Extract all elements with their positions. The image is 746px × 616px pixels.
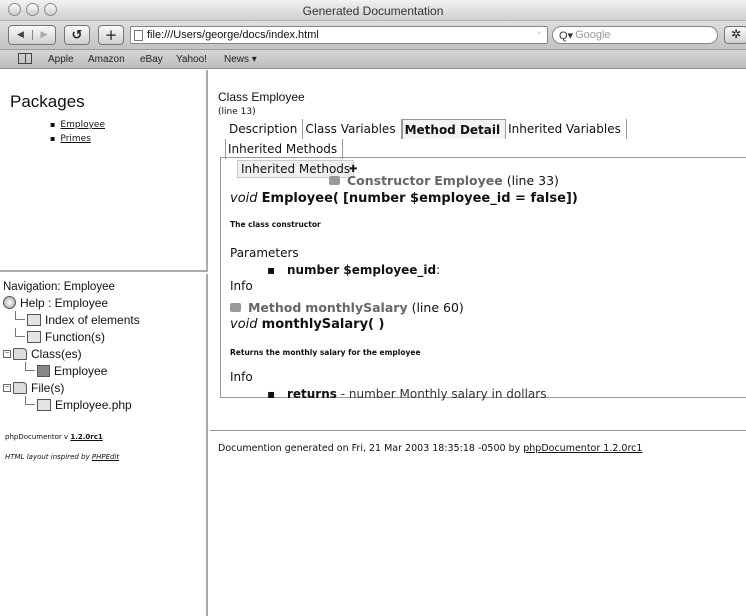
- footer-text: Documention generated on Fri, 21 Mar 200…: [218, 443, 524, 454]
- loading-indicator-icon: ◦: [537, 28, 541, 39]
- package-link-primes[interactable]: Primes: [60, 134, 90, 144]
- packages-list: Employee Primes: [10, 118, 206, 146]
- search-placeholder: Google: [575, 29, 611, 41]
- search-icon[interactable]: Q▾: [559, 29, 573, 42]
- constructor-description: The class constructor: [230, 220, 321, 229]
- tab-class-variables[interactable]: Class Variables: [303, 119, 402, 139]
- constructor-kind: Constructor: [346, 173, 431, 188]
- generator-credit: phpDocumentor v 1.2.0rc1 HTML layout ins…: [3, 433, 206, 461]
- tab-method-detail[interactable]: Method Detail: [401, 119, 507, 139]
- action-menu-icon[interactable]: ✲: [724, 26, 746, 44]
- reload-button[interactable]: ↺: [64, 25, 90, 45]
- function-icon: [27, 330, 41, 343]
- method-heading: Method monthlySalary (line 60): [230, 300, 464, 315]
- tree-connector: [25, 396, 35, 405]
- bookmark-amazon[interactable]: Amazon: [88, 54, 125, 65]
- constructor-line: (line 33): [506, 173, 559, 188]
- back-icon[interactable]: ◀: [9, 30, 32, 40]
- footer-phpdocumentor-link[interactable]: phpDocumentor 1.2.0rc1: [523, 443, 642, 454]
- tree-item-files[interactable]: − File(s): [3, 379, 206, 396]
- phpedit-link[interactable]: PHPEdit: [92, 453, 119, 461]
- collapse-toggle-icon[interactable]: −: [3, 383, 11, 392]
- method-name: monthlySalary: [305, 300, 408, 315]
- bookmark-news-menu[interactable]: News ▾: [224, 54, 257, 65]
- package-link-employee[interactable]: Employee: [60, 120, 105, 130]
- tab-inherited-methods[interactable]: Inherited Methods: [225, 139, 344, 159]
- tree-label[interactable]: Employee: [54, 364, 107, 378]
- address-bar[interactable]: file:///Users/george/docs/index.html ◦: [130, 26, 548, 44]
- page-footer: Documention generated on Fri, 21 Mar 200…: [218, 443, 642, 454]
- constructor-name: Employee: [434, 173, 503, 188]
- navigation-title: Navigation: Employee: [3, 281, 115, 293]
- credit-version-link[interactable]: 1.2.0rc1: [70, 433, 102, 441]
- window-title: Generated Documentation: [302, 4, 444, 18]
- method-signature: void monthlySalary( ): [230, 317, 385, 332]
- bookmarks-bar: Apple Amazon eBay Yahoo! News ▾: [0, 50, 746, 69]
- search-field[interactable]: Q▾ Google: [552, 26, 718, 44]
- bookmark-ebay[interactable]: eBay: [140, 54, 163, 65]
- package-item: Employee: [50, 118, 206, 132]
- tree-label[interactable]: Class(es): [31, 347, 82, 361]
- address-text[interactable]: file:///Users/george/docs/index.html: [147, 29, 319, 41]
- layout-credit: HTML layout inspired by PHPEdit: [5, 453, 206, 461]
- method-description: Returns the monthly salary for the emplo…: [230, 348, 421, 357]
- constructor-info-label: Info: [230, 279, 253, 293]
- parameter-item: number $employee_id:: [267, 263, 440, 277]
- classes-folder-icon: [13, 347, 27, 360]
- method-detail-panel: Inherited Methods ✚ Constructor Employee…: [220, 157, 746, 401]
- tab-description[interactable]: Description: [227, 119, 304, 139]
- back-forward-buttons[interactable]: ◀ ▶: [8, 25, 56, 45]
- method-info-label: Info: [230, 370, 253, 384]
- tree-item-file-employee-php[interactable]: Employee.php: [3, 396, 206, 413]
- help-icon: [3, 296, 16, 309]
- browser-toolbar: ◀ ▶ ↺ + file:///Users/george/docs/index.h…: [0, 21, 746, 50]
- packages-frame: Packages Employee Primes: [0, 70, 208, 272]
- tree-label[interactable]: Index of elements: [45, 313, 140, 327]
- bookmark-apple[interactable]: Apple: [48, 54, 74, 65]
- bookmarks-book-icon[interactable]: [18, 53, 32, 64]
- package-item: Primes: [50, 132, 206, 146]
- method-kind: Method: [247, 300, 302, 315]
- tree-label[interactable]: Function(s): [45, 330, 105, 344]
- layout-credit-prefix: HTML layout inspired by: [5, 453, 92, 461]
- tree-label[interactable]: Help : Employee: [20, 296, 108, 310]
- class-icon: [37, 364, 50, 377]
- navigation-frame: Navigation: Employee Help : Employee Ind…: [0, 274, 208, 616]
- constructor-signature: void Employee( [number $employee_id = fa…: [230, 191, 578, 206]
- tree-item-index[interactable]: Index of elements: [3, 311, 206, 328]
- window-titlebar: Generated Documentation: [0, 0, 746, 21]
- main-content-frame: Class Employee (line 13) Description Cla…: [210, 70, 746, 616]
- index-icon: [27, 313, 41, 326]
- doc-tabs: Description Class Variables Method Detai…: [225, 119, 647, 159]
- file-icon: [37, 398, 51, 411]
- parameters-label: Parameters: [230, 246, 299, 260]
- forward-icon[interactable]: ▶: [31, 30, 55, 40]
- tree-item-class-employee[interactable]: Employee: [3, 362, 206, 379]
- tree-item-help[interactable]: Help : Employee: [3, 294, 206, 311]
- folder-icon: [13, 381, 27, 394]
- constructor-heading: Constructor Employee (line 33): [329, 173, 559, 188]
- tree-connector: [15, 311, 25, 320]
- add-bookmark-button[interactable]: +: [98, 25, 124, 45]
- constructor-icon: [329, 176, 340, 185]
- tree-label[interactable]: Employee.php: [55, 398, 132, 412]
- packages-title: Packages: [10, 92, 85, 111]
- tree-connector: [15, 328, 25, 337]
- class-line-number: (line 13): [218, 107, 256, 117]
- footer-divider: [210, 430, 746, 431]
- tree-connector: [25, 362, 35, 371]
- page-icon: [134, 29, 143, 41]
- tree-label[interactable]: File(s): [31, 381, 64, 395]
- method-line: (line 60): [411, 300, 464, 315]
- bookmark-yahoo[interactable]: Yahoo!: [176, 54, 207, 65]
- tree-item-functions[interactable]: Function(s): [3, 328, 206, 345]
- collapse-toggle-icon[interactable]: −: [3, 349, 11, 358]
- tab-inherited-variables[interactable]: Inherited Variables: [506, 119, 627, 139]
- class-title: Class Employee: [218, 90, 305, 104]
- method-icon: [230, 303, 241, 312]
- tree-item-classes[interactable]: − Class(es): [3, 345, 206, 362]
- returns-item: returns - number Monthly salary in dolla…: [267, 387, 547, 401]
- credit-prefix: phpDocumentor v: [5, 433, 71, 441]
